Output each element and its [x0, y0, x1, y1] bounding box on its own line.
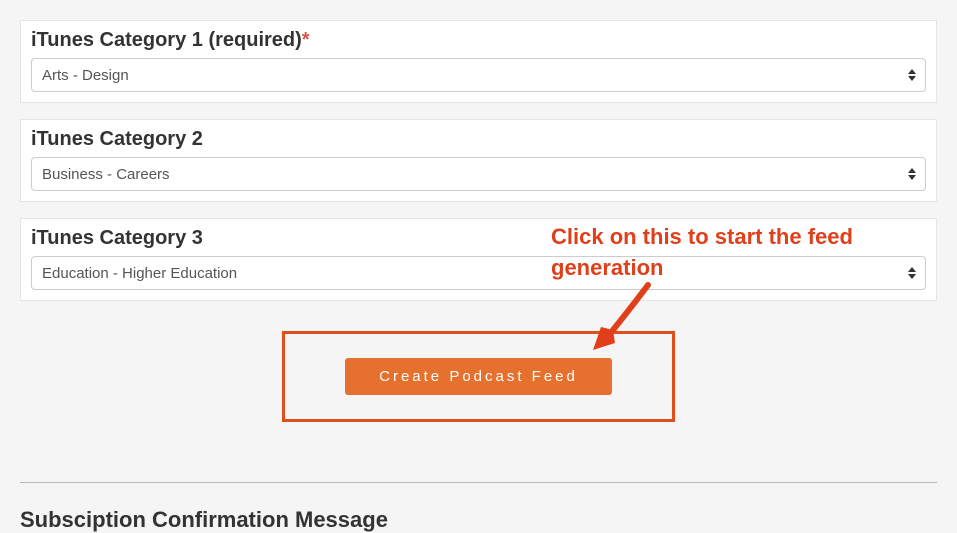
subscription-section-title: Subsciption Confirmation Message — [20, 507, 937, 533]
button-row: Create Podcast Feed — [20, 331, 937, 422]
category-1-select[interactable]: Arts - Design — [31, 58, 926, 92]
category-1-label-text: iTunes Category 1 (required) — [31, 29, 302, 51]
category-1-select-wrap: Arts - Design — [31, 58, 926, 92]
category-1-group: iTunes Category 1 (required)* Arts - Des… — [20, 20, 937, 103]
category-1-label: iTunes Category 1 (required)* — [31, 29, 926, 52]
required-star: * — [302, 29, 310, 51]
arrow-icon — [583, 275, 663, 355]
category-2-select[interactable]: Business - Careers — [31, 157, 926, 191]
category-2-label: iTunes Category 2 — [31, 128, 926, 151]
divider — [20, 482, 937, 483]
category-2-group: iTunes Category 2 Business - Careers — [20, 119, 937, 202]
create-podcast-feed-button[interactable]: Create Podcast Feed — [345, 358, 612, 395]
category-2-select-wrap: Business - Careers — [31, 157, 926, 191]
